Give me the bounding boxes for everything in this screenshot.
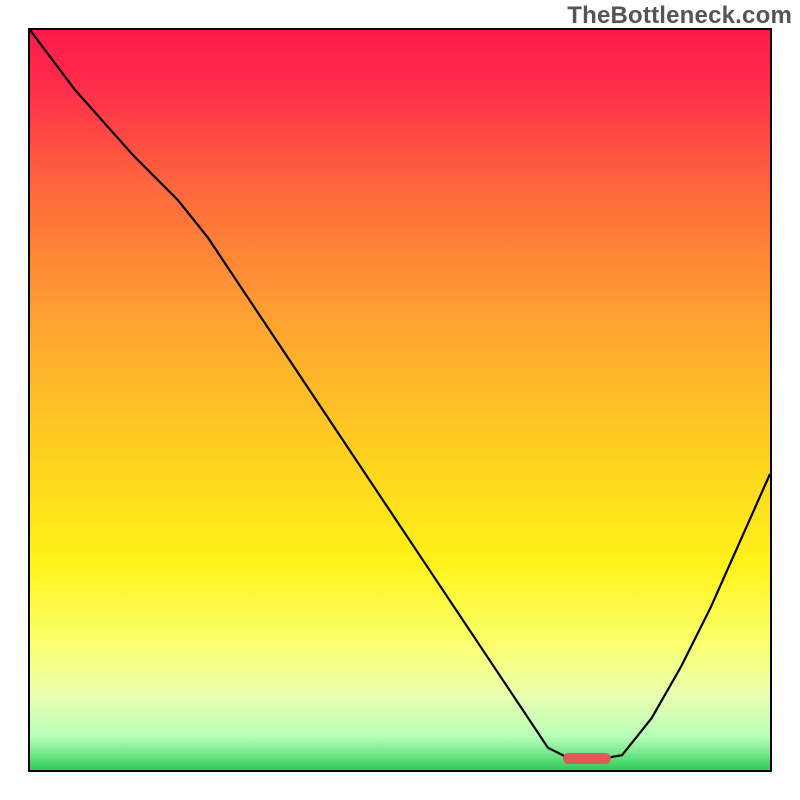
chart-stage: TheBottleneck.com [0, 0, 800, 800]
plot-area [28, 28, 772, 772]
watermark-text: TheBottleneck.com [567, 2, 792, 30]
curve-layer [30, 30, 770, 770]
bottleneck-curve [30, 30, 770, 759]
optimal-range-marker [563, 753, 611, 764]
